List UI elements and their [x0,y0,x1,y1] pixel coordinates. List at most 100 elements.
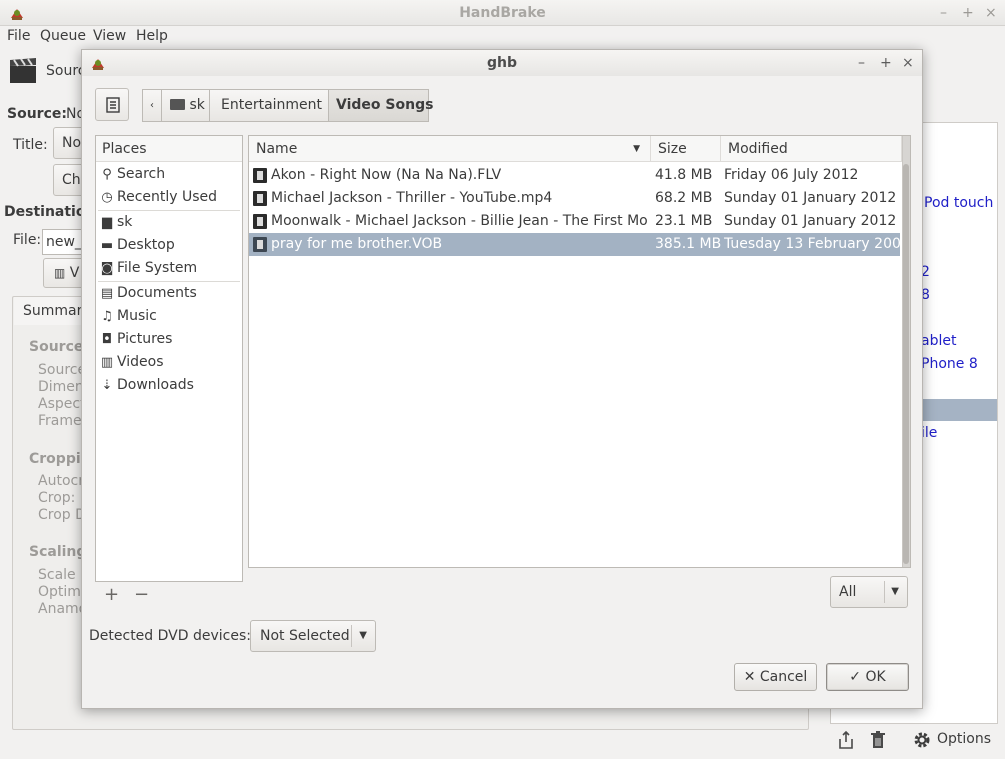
file-modified: Tuesday 13 February 2007 [724,236,900,252]
sidebar-item-videos[interactable]: ▥ Videos [96,351,242,374]
desktop-icon: ▬ [100,238,114,253]
path-button-entertainment[interactable]: Entertainment [209,89,329,122]
summary-scaling-item: Optim [38,584,81,600]
add-bookmark-button[interactable]: + [104,584,119,605]
sidebar-item-pictures[interactable]: ◘ Pictures [96,328,242,351]
title-label: Title: [13,137,48,153]
dialog-close-button[interactable]: × [902,50,914,76]
folder-icon [170,99,185,110]
path-scroll-left-button[interactable]: ‹ [142,89,162,122]
file-row[interactable]: Moonwalk - Michael Jackson - Billie Jean… [249,210,900,233]
summary-source-item: Frame [38,413,82,429]
file-label: File: [13,232,42,248]
file-row-selected[interactable]: pray for me brother.VOB 385.1 MB Tuesday… [249,233,900,256]
gear-icon[interactable] [913,731,931,749]
main-maximize-button[interactable]: + [962,0,974,26]
sidebar-item-sk[interactable]: ▆ sk [96,211,242,234]
dialog-title: ghb [486,55,517,71]
options-button[interactable]: Options [937,731,991,747]
sidebar-item-label: File System [117,260,198,276]
combo-divider [884,581,885,603]
video-file-icon [253,237,267,252]
summary-cropping-item: Crop D [38,507,86,523]
sidebar-item-search[interactable]: ⚲ Search [96,163,242,186]
sidebar-item-recently-used[interactable]: ◷ Recently Used [96,186,242,209]
menu-view[interactable]: View [93,28,126,44]
menu-file[interactable]: File [7,28,30,44]
sidebar-item-label: Recently Used [117,189,218,205]
dialog-maximize-button[interactable]: + [880,50,892,76]
main-minimize-button[interactable]: – [940,0,947,26]
text-entry-icon [106,97,120,113]
toolbar-source-label[interactable]: Sourc [46,63,85,79]
sidebar-item-file-system[interactable]: ◙ File System [96,257,242,280]
places-header: Places [96,136,242,162]
file-modified: Sunday 01 January 2012 [724,190,897,206]
sidebar-item-documents[interactable]: ▤ Documents [96,282,242,305]
type-location-button[interactable] [95,88,129,121]
folder-icon: ▆ [102,215,112,230]
path-button-video-songs[interactable]: Video Songs [328,89,433,122]
file-row[interactable]: Akon - Right Now (Na Na Na).FLV 41.8 MB … [249,164,900,187]
summary-scaling-item: Anamo [38,601,88,617]
path-button-sk[interactable]: sk [161,89,210,122]
sidebar-item-music[interactable]: ♫ Music [96,305,242,328]
column-header-name[interactable]: Name ▼ [249,136,651,162]
file-filter-value: All [839,584,857,600]
sidebar-item-label: Search [117,166,166,182]
main-window-title: HandBrake [459,5,546,21]
preset-item[interactable]: Phone 8 [921,356,978,372]
file-filter-combo[interactable]: All ▼ [830,576,908,608]
preset-item[interactable]: ile [921,425,937,441]
summary-cropping-item: Autocr [38,473,84,489]
summary-source-item: Source [38,362,87,378]
main-close-button[interactable]: × [985,0,997,26]
path-button-sk-label: sk [189,97,205,113]
file-modified: Friday 06 July 2012 [724,167,859,183]
file-name: Moonwalk - Michael Jackson - Billie Jean… [271,213,647,229]
trash-icon[interactable] [869,730,887,750]
cancel-button[interactable]: ✕ Cancel [734,663,817,691]
download-icon: ⇣ [101,378,113,393]
video-file-icon [253,191,267,206]
ok-button[interactable]: ✓ OK [826,663,909,691]
file-list-scroll-thumb[interactable] [903,164,909,564]
menu-help[interactable]: Help [136,28,168,44]
file-size: 41.8 MB [655,167,713,183]
file-row[interactable]: Michael Jackson - Thriller - YouTube.mp4… [249,187,900,210]
add-preset-icon[interactable] [837,730,855,750]
search-icon: ⚲ [102,167,112,182]
sidebar-item-label: Music [117,308,157,324]
file-list[interactable]: Name ▼ Size Modified Akon - Right Now (N… [248,135,911,568]
summary-scaling-heading: Scaling [29,544,87,560]
places-sidebar: Places ⚲ Search ◷ Recently Used ▆ sk ▬ D… [95,135,243,582]
clapperboard-icon[interactable] [9,58,37,84]
dropdown-arrow-icon: ▼ [891,586,899,597]
sidebar-item-desktop[interactable]: ▬ Desktop [96,234,242,257]
camera-icon: ◘ [101,332,113,347]
preset-item[interactable]: ablet [921,333,956,349]
remove-bookmark-button[interactable]: − [134,584,149,605]
dvd-devices-value: Not Selected [260,628,350,644]
file-modified: Sunday 01 January 2012 [724,213,897,229]
sidebar-item-label: Desktop [117,237,175,253]
checkmark-icon: ✓ [849,669,862,685]
video-file-icon [253,214,267,229]
sort-descending-icon: ▼ [633,144,640,154]
dialog-minimize-button[interactable]: – [858,50,865,76]
column-header-modified[interactable]: Modified [721,136,902,162]
file-size: 385.1 MB [655,236,721,252]
sidebar-item-downloads[interactable]: ⇣ Downloads [96,374,242,397]
column-header-size[interactable]: Size [651,136,721,162]
file-size: 68.2 MB [655,190,713,206]
cancel-button-label: Cancel [759,669,808,685]
preset-item[interactable]: Pod touch [924,195,993,211]
video-browse-label: V [69,265,80,281]
dvd-devices-combo[interactable]: Not Selected ▼ [250,620,376,652]
sidebar-item-label: Videos [117,354,164,370]
file-chooser-dialog: ghb – + × ‹ sk Entertainment Video Songs… [81,49,923,709]
menu-queue[interactable]: Queue [40,28,86,44]
summary-source-heading: Source [29,339,84,355]
summary-source-item: Aspect [38,396,86,412]
close-icon: ✕ [743,669,756,685]
